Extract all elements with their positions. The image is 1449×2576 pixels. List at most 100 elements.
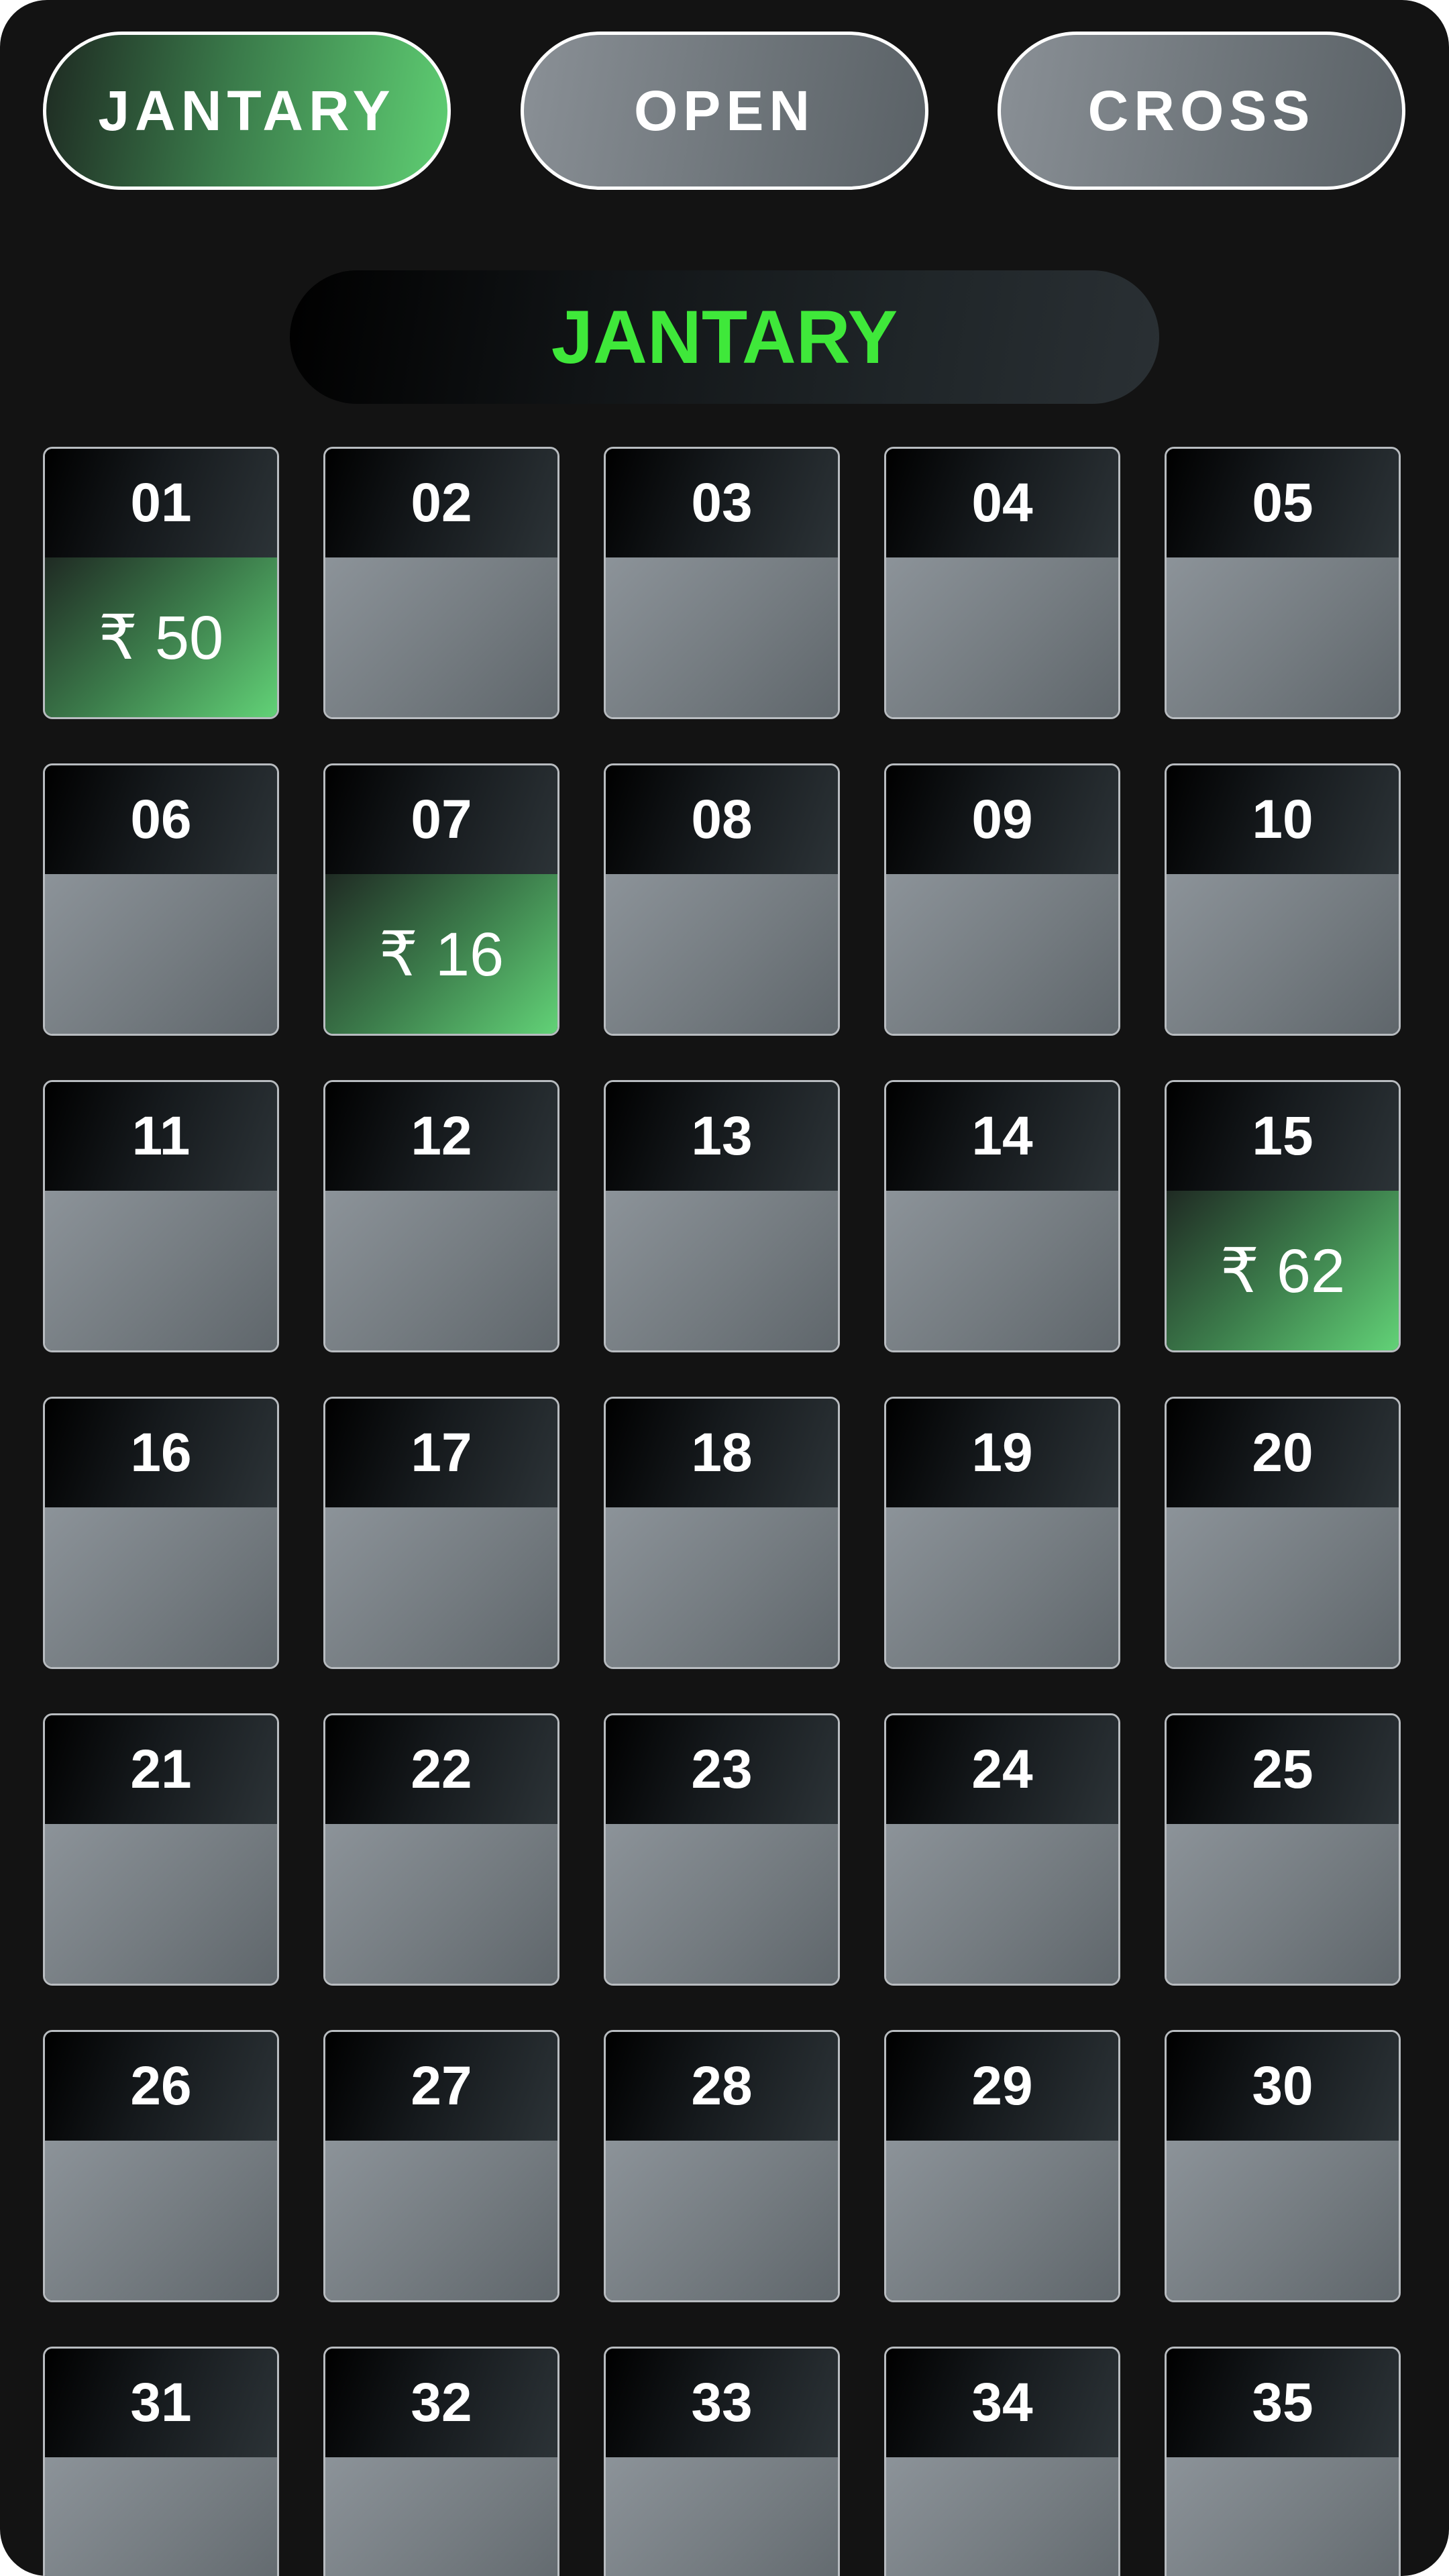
number-cell[interactable]: 20 (1165, 1397, 1401, 1669)
cell-number-label: 30 (1167, 2032, 1399, 2141)
number-cell[interactable]: 35 (1165, 2347, 1401, 2576)
number-cell[interactable]: 31 (43, 2347, 279, 2576)
number-cell[interactable]: 03 (604, 447, 840, 719)
number-cell[interactable]: 28 (604, 2030, 840, 2302)
number-cell[interactable]: 14 (884, 1080, 1120, 1352)
cell-amount-value (45, 2457, 277, 2576)
number-cell[interactable]: 30 (1165, 2030, 1401, 2302)
cell-number-label: 09 (886, 765, 1118, 874)
cell-number-label: 32 (325, 2349, 557, 2457)
cell-number-label: 28 (606, 2032, 838, 2141)
number-cell[interactable]: 05 (1165, 447, 1401, 719)
cell-number-label: 16 (45, 1399, 277, 1507)
cell-number-label: 34 (886, 2349, 1118, 2457)
cell-amount-value (45, 874, 277, 1034)
cell-amount-value (886, 1507, 1118, 1667)
number-cell[interactable]: 29 (884, 2030, 1120, 2302)
cell-amount-value (1167, 1824, 1399, 1984)
number-cell[interactable]: 10 (1165, 763, 1401, 1036)
number-cell[interactable]: 07 ₹ 16 (323, 763, 559, 1036)
number-cell[interactable]: 08 (604, 763, 840, 1036)
number-grid: 01 ₹ 50 02 03 04 05 06 07 ₹ 16 08 09 10 11 12 13 14 15 ₹ … (43, 447, 1401, 2576)
cell-amount-value (606, 1824, 838, 1984)
cell-number-label: 03 (606, 449, 838, 557)
cell-amount-value (886, 2457, 1118, 2576)
cell-number-label: 29 (886, 2032, 1118, 2141)
cell-amount-value (1167, 2457, 1399, 2576)
cell-number-label: 13 (606, 1082, 838, 1191)
cell-number-label: 25 (1167, 1715, 1399, 1824)
cell-amount-value (606, 874, 838, 1034)
cell-amount-value: ₹ 16 (325, 874, 557, 1034)
cell-amount-value (606, 557, 838, 717)
cell-amount-value (325, 2141, 557, 2300)
cell-number-label: 26 (45, 2032, 277, 2141)
app-screen: JANTARY OPEN CROSS JANTARY 01 ₹ 50 02 03 04 0… (0, 0, 1449, 2576)
cell-amount-value (325, 1507, 557, 1667)
cell-number-label: 23 (606, 1715, 838, 1824)
number-cell[interactable]: 13 (604, 1080, 840, 1352)
cell-amount-value (606, 2141, 838, 2300)
number-cell[interactable]: 15 ₹ 62 (1165, 1080, 1401, 1352)
cell-amount-value (1167, 2141, 1399, 2300)
cell-number-label: 35 (1167, 2349, 1399, 2457)
cell-number-label: 17 (325, 1399, 557, 1507)
number-cell[interactable]: 25 (1165, 1713, 1401, 1986)
number-cell[interactable]: 16 (43, 1397, 279, 1669)
number-cell[interactable]: 33 (604, 2347, 840, 2576)
number-cell[interactable]: 01 ₹ 50 (43, 447, 279, 719)
cell-number-label: 12 (325, 1082, 557, 1191)
number-cell[interactable]: 04 (884, 447, 1120, 719)
cell-amount-value (325, 1191, 557, 1350)
number-cell[interactable]: 24 (884, 1713, 1120, 1986)
number-cell[interactable]: 18 (604, 1397, 840, 1669)
number-cell[interactable]: 34 (884, 2347, 1120, 2576)
cell-amount-value (325, 557, 557, 717)
cell-number-label: 21 (45, 1715, 277, 1824)
number-cell[interactable]: 19 (884, 1397, 1120, 1669)
cell-amount-value (886, 874, 1118, 1034)
cell-amount-value (886, 557, 1118, 717)
cell-number-label: 27 (325, 2032, 557, 2141)
cell-amount-value (45, 1507, 277, 1667)
cell-number-label: 18 (606, 1399, 838, 1507)
tab-cross[interactable]: CROSS (998, 32, 1405, 190)
cell-amount-value (606, 2457, 838, 2576)
cell-number-label: 33 (606, 2349, 838, 2457)
cell-amount-value (45, 1824, 277, 1984)
cell-number-label: 19 (886, 1399, 1118, 1507)
cell-amount-value: ₹ 62 (1167, 1191, 1399, 1350)
number-cell[interactable]: 17 (323, 1397, 559, 1669)
number-cell[interactable]: 12 (323, 1080, 559, 1352)
cell-number-label: 05 (1167, 449, 1399, 557)
cell-number-label: 20 (1167, 1399, 1399, 1507)
cell-amount-value: ₹ 50 (45, 557, 277, 717)
cell-number-label: 08 (606, 765, 838, 874)
cell-number-label: 24 (886, 1715, 1118, 1824)
number-cell[interactable]: 21 (43, 1713, 279, 1986)
tab-open[interactable]: OPEN (521, 32, 928, 190)
cell-number-label: 01 (45, 449, 277, 557)
cell-amount-value (45, 1191, 277, 1350)
number-cell[interactable]: 09 (884, 763, 1120, 1036)
number-cell[interactable]: 22 (323, 1713, 559, 1986)
cell-number-label: 14 (886, 1082, 1118, 1191)
number-cell[interactable]: 26 (43, 2030, 279, 2302)
cell-amount-value (606, 1191, 838, 1350)
number-cell[interactable]: 23 (604, 1713, 840, 1986)
cell-amount-value (45, 2141, 277, 2300)
cell-amount-value (886, 2141, 1118, 2300)
number-cell[interactable]: 06 (43, 763, 279, 1036)
cell-number-label: 04 (886, 449, 1118, 557)
cell-amount-value (886, 1191, 1118, 1350)
number-cell[interactable]: 27 (323, 2030, 559, 2302)
cell-number-label: 10 (1167, 765, 1399, 874)
cell-number-label: 06 (45, 765, 277, 874)
number-cell[interactable]: 32 (323, 2347, 559, 2576)
tab-jantary[interactable]: JANTARY (43, 32, 451, 190)
number-cell[interactable]: 11 (43, 1080, 279, 1352)
cell-number-label: 22 (325, 1715, 557, 1824)
cell-amount-value (325, 1824, 557, 1984)
number-cell[interactable]: 02 (323, 447, 559, 719)
cell-number-label: 31 (45, 2349, 277, 2457)
